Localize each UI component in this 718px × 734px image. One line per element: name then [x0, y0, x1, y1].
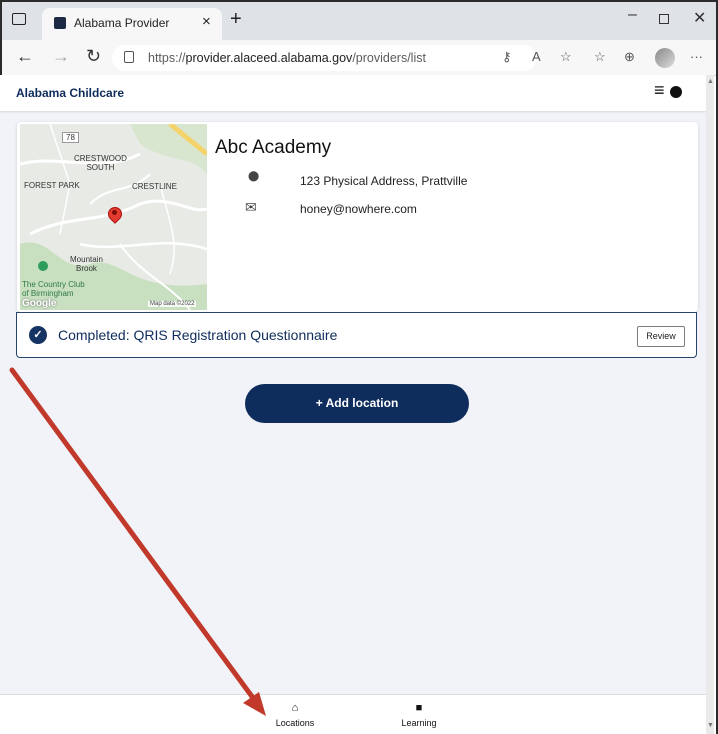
- provider-email: honey@nowhere.com: [300, 202, 417, 216]
- collections-icon[interactable]: ⊕: [624, 49, 635, 65]
- minimize-button[interactable]: –: [628, 6, 637, 24]
- provider-name: Abc Academy: [215, 137, 332, 158]
- nav-learning-label: Learning: [401, 718, 437, 728]
- bottom-navigation: ⌂ Locations ■ Learning: [0, 694, 706, 734]
- key-icon[interactable]: ⚷: [502, 49, 512, 65]
- tab-close-icon[interactable]: ×: [202, 13, 211, 30]
- read-aloud-icon[interactable]: A: [532, 49, 541, 64]
- favorite-icon[interactable]: ☆: [560, 49, 572, 65]
- new-tab-button[interactable]: +: [230, 9, 242, 29]
- status-text: Completed: QRIS Registration Questionnai…: [58, 327, 338, 343]
- address-bar[interactable]: https://provider.alaceed.alabama.gov/pro…: [112, 45, 537, 71]
- questionnaire-status-bar: ✓ Completed: QRIS Registration Questionn…: [16, 312, 697, 358]
- check-circle-icon: ✓: [29, 326, 47, 344]
- page-viewport: Alabama Childcare ≡ 78 CRESTWOOD SOUTH F…: [0, 75, 706, 734]
- home-icon: ⌂: [291, 702, 299, 714]
- menu-icon[interactable]: ≡: [654, 80, 665, 101]
- google-logo: Google: [22, 298, 57, 309]
- tab-actions-icon[interactable]: [12, 13, 26, 25]
- browser-tab[interactable]: Alabama Provider ×: [42, 8, 222, 40]
- map-forest-park-label: FOREST PARK: [24, 181, 80, 190]
- tab-strip: Alabama Provider × + – ✕: [2, 2, 716, 40]
- map-crestwood-label: CRESTWOOD SOUTH: [74, 154, 127, 172]
- profile-avatar[interactable]: [655, 48, 675, 68]
- lock-icon: [124, 51, 134, 63]
- provider-address: 123 Physical Address, Prattville: [300, 174, 468, 188]
- scrollbar[interactable]: [706, 75, 714, 734]
- browser-toolbar: ← → ↻ https://provider.alaceed.alabama.g…: [2, 40, 716, 76]
- app-header: Alabama Childcare ≡: [0, 75, 706, 111]
- provider-map[interactable]: 78 CRESTWOOD SOUTH FOREST PARK CRESTLINE…: [20, 124, 207, 310]
- nav-item-locations[interactable]: ⌂ Locations: [274, 701, 316, 728]
- review-button[interactable]: Review: [637, 326, 685, 347]
- scroll-down-icon[interactable]: ▼: [707, 722, 714, 729]
- map-crestline-label: CRESTLINE: [132, 182, 177, 191]
- map-mountain-brook-label: Mountain Brook: [70, 255, 103, 273]
- mail-icon: ✉: [245, 199, 257, 215]
- brand-title: Alabama Childcare: [16, 86, 125, 100]
- user-icon[interactable]: [670, 86, 682, 98]
- more-menu-icon[interactable]: ···: [690, 49, 703, 64]
- favorites-bar-icon[interactable]: ☆: [594, 49, 606, 65]
- map-country-club-label: The Country Club of Birmingham: [22, 280, 85, 298]
- refresh-button[interactable]: ↻: [86, 46, 101, 67]
- close-window-button[interactable]: ✕: [693, 8, 706, 28]
- provider-card: 78 CRESTWOOD SOUTH FOREST PARK CRESTLINE…: [17, 122, 698, 312]
- map-pin-dot: [112, 210, 117, 215]
- location-icon: ⬤: [248, 171, 260, 182]
- url-text: https://provider.alaceed.alabama.gov/pro…: [148, 51, 426, 65]
- add-location-button[interactable]: + Add location: [245, 384, 469, 423]
- forward-button[interactable]: →: [52, 46, 70, 67]
- scroll-up-icon[interactable]: ▲: [707, 78, 714, 85]
- tab-title: Alabama Provider: [74, 16, 170, 30]
- nav-item-learning[interactable]: ■ Learning: [398, 701, 440, 728]
- map-credit: Map data ©2022: [148, 301, 197, 307]
- book-icon: ■: [415, 702, 423, 714]
- nav-locations-label: Locations: [275, 718, 315, 728]
- map-road-78-label: 78: [62, 132, 79, 143]
- maximize-button[interactable]: [659, 14, 669, 24]
- site-favicon-icon: [54, 17, 66, 29]
- back-button[interactable]: ←: [16, 46, 34, 67]
